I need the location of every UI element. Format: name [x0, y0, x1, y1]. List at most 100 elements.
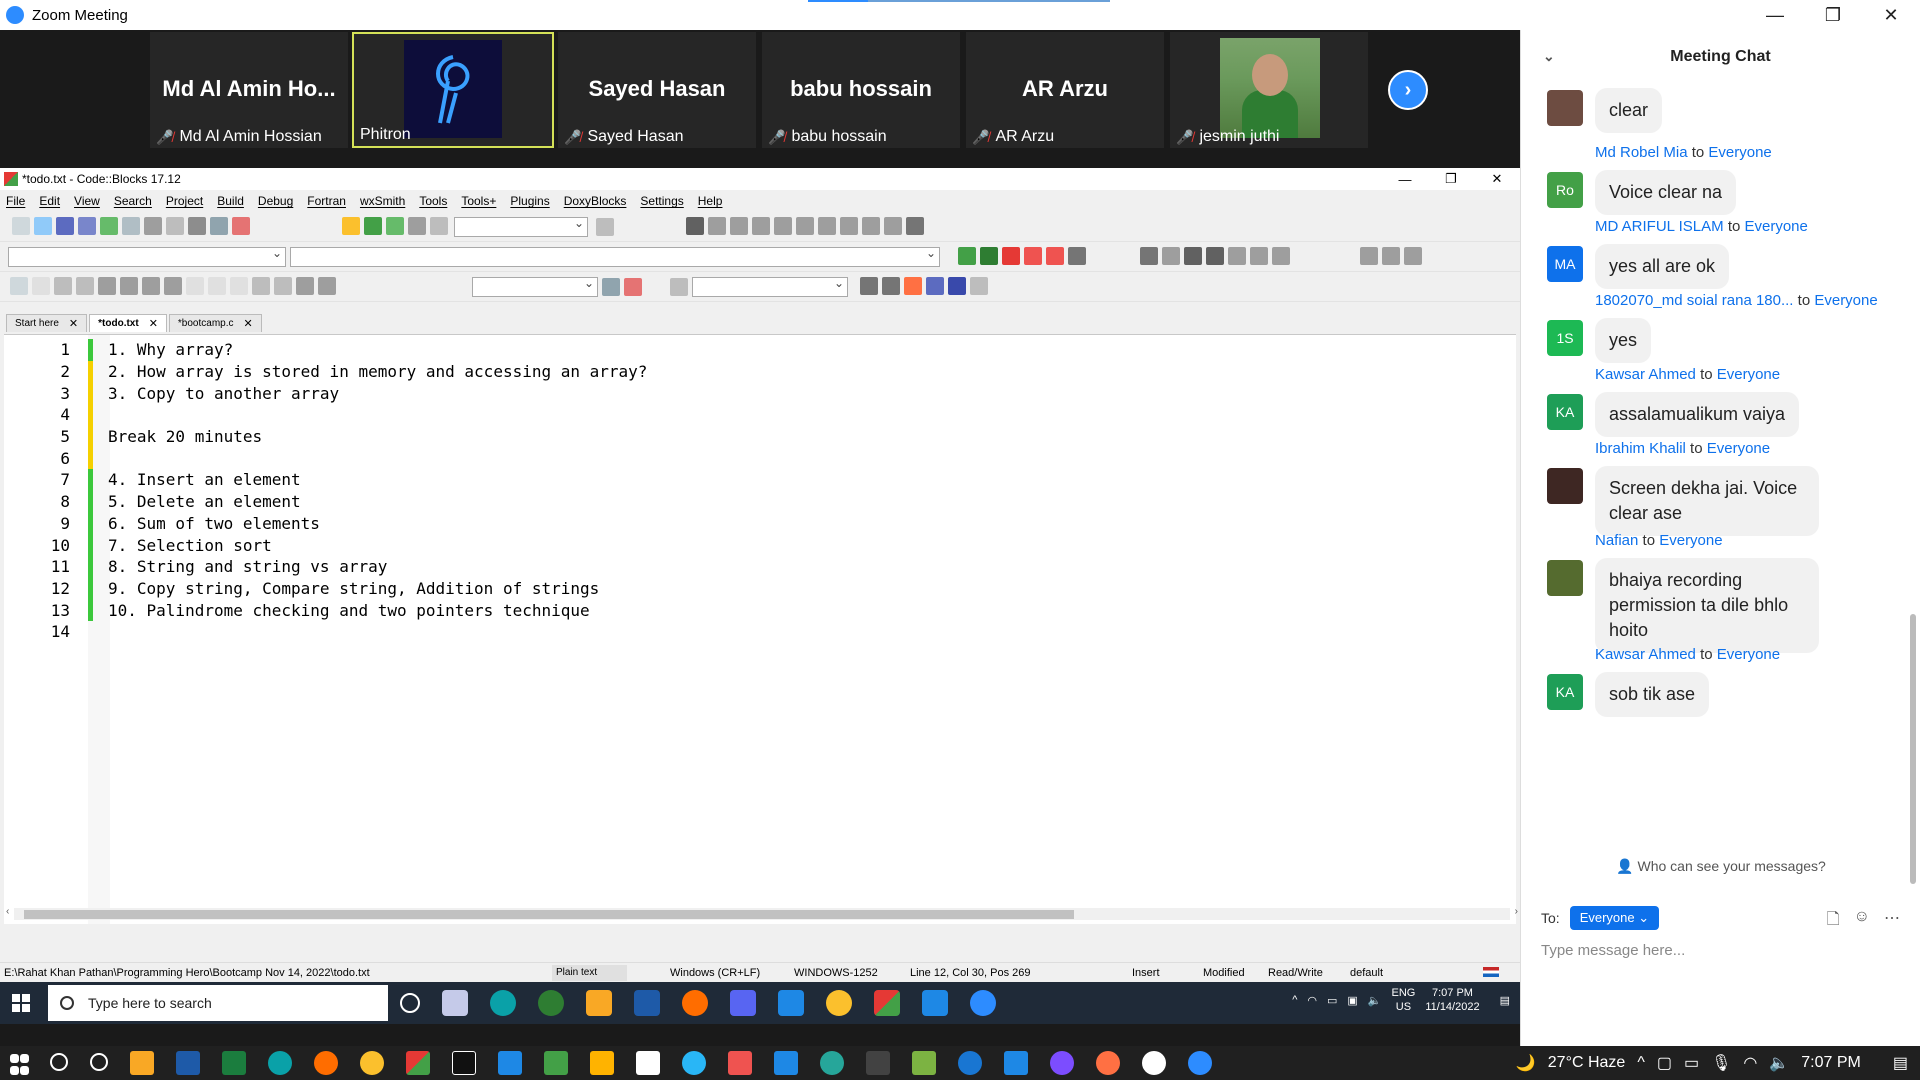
- grammarly-icon[interactable]: [820, 1051, 844, 1075]
- copy-icon[interactable]: [166, 217, 184, 235]
- code-line[interactable]: 1 1. Why array?: [4, 339, 1516, 361]
- vscode-icon[interactable]: [778, 990, 804, 1016]
- next-page-arrow-icon[interactable]: ›: [1388, 70, 1428, 110]
- close-button[interactable]: ✕: [1862, 0, 1920, 30]
- step-into-icon[interactable]: [752, 217, 770, 235]
- c-icon[interactable]: [318, 277, 336, 295]
- build-gear-icon[interactable]: [342, 217, 360, 235]
- participant-tile[interactable]: AR Arzu 🎤̸ AR Arzu: [966, 32, 1164, 148]
- firefox-icon[interactable]: [314, 1051, 338, 1075]
- notification-icon[interactable]: ▤: [1500, 994, 1510, 1007]
- block-comment-icon[interactable]: [1184, 247, 1202, 265]
- debug-start-icon[interactable]: [686, 217, 704, 235]
- code-scope-select[interactable]: [8, 246, 286, 267]
- taskbar-search-box[interactable]: Type here to search: [48, 985, 388, 1021]
- layout-6-icon[interactable]: [208, 277, 226, 295]
- chat-input[interactable]: Type message here...: [1541, 942, 1685, 959]
- zoom-taskbar-icon[interactable]: [970, 990, 996, 1016]
- cortana-icon[interactable]: [400, 993, 420, 1013]
- code-line[interactable]: 13 10. Palindrome checking and two pointe…: [4, 599, 1516, 621]
- bookmark-prev-icon[interactable]: [1024, 247, 1042, 265]
- participant-tile-active[interactable]: Phitron: [352, 32, 554, 148]
- microphone-icon[interactable]: 🎙: [1711, 1053, 1731, 1073]
- app-icon[interactable]: [1142, 1051, 1166, 1075]
- jump-back-icon[interactable]: [958, 247, 976, 265]
- word-icon[interactable]: [176, 1051, 200, 1075]
- paste-icon[interactable]: [188, 217, 206, 235]
- next-line-icon[interactable]: [730, 217, 748, 235]
- checkbox-tool-icon[interactable]: [76, 277, 94, 295]
- participant-tile[interactable]: Md Al Amin Ho... 🎤̸ Md Al Amin Hossian: [150, 32, 348, 148]
- save-all-icon[interactable]: [78, 217, 96, 235]
- sender-name[interactable]: 1802070_md soial rana 180...: [1595, 292, 1793, 309]
- emoji-icon[interactable]: ☺: [1854, 908, 1870, 935]
- scroll-right-icon[interactable]: ›: [1515, 906, 1518, 917]
- menu-file[interactable]: File: [6, 194, 25, 208]
- tray-chevron-icon[interactable]: ^: [1292, 994, 1297, 1006]
- menu-settings[interactable]: Settings: [640, 194, 683, 208]
- cb-restore-button[interactable]: ❐: [1428, 168, 1474, 190]
- volume-icon[interactable]: 🔈: [1368, 994, 1382, 1007]
- message-bubble[interactable]: Screen dekha jai. Voice clear ase: [1595, 466, 1819, 536]
- code-symbol-select[interactable]: [290, 246, 940, 267]
- panel-icon[interactable]: [32, 277, 50, 295]
- code-line[interactable]: 11 8. String and string vs array: [4, 555, 1516, 578]
- horizontal-scrollbar[interactable]: ‹ ›: [6, 906, 1518, 920]
- nav-back-icon[interactable]: [1360, 247, 1378, 265]
- code-line[interactable]: 9 6. Sum of two elements: [4, 512, 1516, 535]
- language-indicator[interactable]: ENG US: [1392, 986, 1416, 1014]
- file-explorer-icon[interactable]: [586, 990, 612, 1016]
- pause-icon[interactable]: [840, 217, 858, 235]
- match-case-icon[interactable]: [948, 277, 966, 295]
- scrollbar-thumb[interactable]: [24, 910, 1074, 919]
- scroll-left-icon[interactable]: ‹: [6, 906, 9, 917]
- layout-7-icon[interactable]: [230, 277, 248, 295]
- close-tab-icon[interactable]: ✕: [69, 317, 78, 330]
- message-bubble[interactable]: Voice clear na: [1595, 170, 1737, 215]
- display-icon[interactable]: ▣: [1347, 994, 1357, 1007]
- calendar-icon[interactable]: [774, 1051, 798, 1075]
- menu-view[interactable]: View: [74, 194, 100, 208]
- minimize-button[interactable]: —: [1746, 0, 1804, 30]
- cortana-icon[interactable]: [90, 1053, 108, 1071]
- stop-debug-icon[interactable]: [862, 217, 880, 235]
- debug-info-icon[interactable]: [906, 217, 924, 235]
- abort-icon[interactable]: [430, 217, 448, 235]
- run-icon[interactable]: [364, 217, 382, 235]
- close-tab-icon[interactable]: ✕: [244, 317, 253, 330]
- message-bubble[interactable]: yes: [1595, 318, 1652, 363]
- search-settings-icon[interactable]: [624, 278, 642, 296]
- meet-now-icon[interactable]: ▢: [1657, 1053, 1672, 1073]
- menu-doxyblocks[interactable]: DoxyBlocks: [564, 194, 627, 208]
- doxy-extract-icon[interactable]: [1162, 247, 1180, 265]
- sender-name[interactable]: Kawsar Ahmed: [1595, 646, 1696, 663]
- discord-icon[interactable]: [730, 990, 756, 1016]
- code-line[interactable]: 7 4. Insert an element: [4, 469, 1516, 491]
- line-comment-icon[interactable]: [1206, 247, 1224, 265]
- message-bubble[interactable]: assalamualikum vaiya: [1595, 392, 1800, 437]
- search-go-icon[interactable]: [602, 278, 620, 296]
- menu-tools-plus[interactable]: Tools+: [461, 194, 496, 208]
- task-view-icon[interactable]: [442, 990, 468, 1016]
- step-into-instruction-icon[interactable]: [818, 217, 836, 235]
- codeblocks-taskbar-icon[interactable]: [874, 990, 900, 1016]
- sender-name[interactable]: Kawsar Ahmed: [1595, 366, 1696, 383]
- s-icon[interactable]: [296, 277, 314, 295]
- word-icon[interactable]: [634, 990, 660, 1016]
- file-icon[interactable]: 🗋: [1827, 908, 1840, 935]
- chevron-down-icon[interactable]: ⌄: [1543, 48, 1555, 65]
- message-bubble[interactable]: yes all are ok: [1595, 244, 1730, 289]
- git-icon[interactable]: [590, 1051, 614, 1075]
- file-explorer-icon[interactable]: [130, 1051, 154, 1075]
- code-line[interactable]: 4: [4, 404, 1516, 426]
- teamviewer-icon[interactable]: [958, 1051, 982, 1075]
- pycharm-icon[interactable]: [452, 1051, 476, 1075]
- message-bubble[interactable]: clear: [1595, 88, 1663, 133]
- open-file-icon[interactable]: [34, 217, 52, 235]
- more-options-icon[interactable]: ⋯: [1884, 908, 1900, 935]
- windows-start-icon[interactable]: [12, 994, 30, 1012]
- firefox-icon[interactable]: [682, 990, 708, 1016]
- menu-debug[interactable]: Debug: [258, 194, 293, 208]
- cb-close-button[interactable]: ✕: [1474, 168, 1520, 190]
- telegram-icon[interactable]: [682, 1051, 706, 1075]
